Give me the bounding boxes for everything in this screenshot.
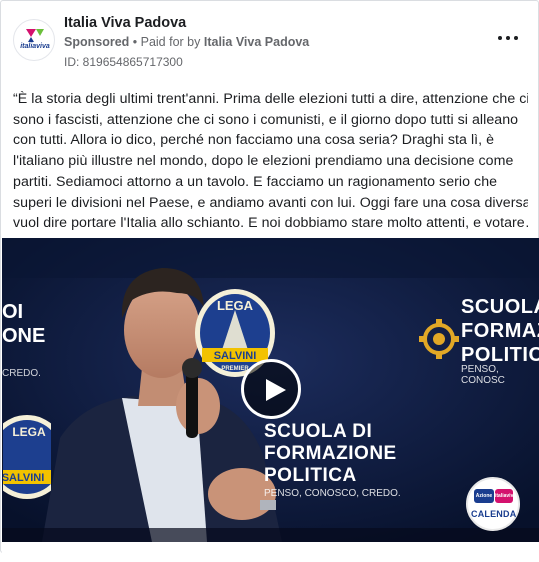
backdrop-left-line-1: OI bbox=[2, 301, 24, 323]
post-body-text: “È la storia degli ultimi trent'anni. Pr… bbox=[13, 89, 528, 234]
backdrop-right-line-4: PENSO, CONOSC bbox=[461, 364, 505, 386]
body-line: sono i fascisti, attenzione che ci sono … bbox=[13, 111, 519, 128]
avatar-logo-text: italiaviva bbox=[20, 43, 50, 50]
video-player[interactable]: LEGA SALVINI PREMIER LEGA SALVINI SCUOLA… bbox=[2, 238, 539, 542]
sponsored-label[interactable]: Sponsored bbox=[64, 35, 129, 49]
backdrop-center-line-2: FORMAZIONE bbox=[264, 443, 397, 464]
backdrop-center-line-3: POLITICA bbox=[264, 465, 357, 486]
more-horizontal-icon bbox=[498, 36, 502, 40]
ad-card: italiaviva Italia Viva Padova Sponsored … bbox=[0, 0, 539, 553]
post-header: italiaviva Italia Viva Padova Sponsored … bbox=[13, 13, 528, 73]
italiaviva-chip: italiaviva bbox=[495, 489, 516, 503]
calenda-badge: Azione italiaviva CALENDA bbox=[466, 477, 520, 531]
calenda-label: CALENDA bbox=[471, 509, 517, 519]
lega-salvini-text: SALVINI bbox=[214, 350, 257, 362]
backdrop-center-line-1: SCUOLA DI bbox=[264, 421, 373, 442]
italia-viva-logo: italiaviva bbox=[20, 29, 50, 50]
backdrop-right-line-2: FORMAZ bbox=[461, 320, 539, 342]
more-options-button[interactable] bbox=[498, 31, 518, 45]
ad-id: ID: 819654865717300 bbox=[64, 55, 183, 69]
backdrop-left-line-3: CREDO. bbox=[2, 368, 41, 379]
body-line: partiti. Sediamoci attorno a un tavolo. … bbox=[13, 173, 498, 190]
body-line: vuol dire portare l'Italia allo schianto… bbox=[13, 215, 528, 232]
lega-logo-text: LEGA bbox=[217, 298, 254, 313]
azione-chip: Azione bbox=[474, 489, 494, 503]
lega-secondary-salvini: SALVINI bbox=[3, 472, 44, 484]
card-footer bbox=[2, 542, 539, 553]
backdrop-right-line-1: SCUOLA bbox=[461, 296, 539, 318]
lega-logo-secondary: LEGA SALVINI bbox=[3, 415, 51, 499]
body-line: superi le divisioni nel Paese, e andiamo… bbox=[13, 194, 528, 211]
page-name-link[interactable]: Italia Viva Padova bbox=[64, 15, 186, 31]
body-line: con tutti. Allora io dico, perché non fa… bbox=[13, 132, 495, 149]
body-line: l'italiano più illustre nel mondo, dopo … bbox=[13, 153, 514, 170]
body-line: “È la storia degli ultimi trent'anni. Pr… bbox=[13, 91, 528, 107]
play-icon bbox=[266, 379, 286, 401]
play-button[interactable] bbox=[241, 359, 301, 419]
lega-secondary-text: LEGA bbox=[12, 425, 46, 439]
backdrop-center-line-4: PENSO, CONOSCO, CREDO. bbox=[264, 488, 401, 499]
lega-premier-text: PREMIER bbox=[221, 366, 249, 372]
backdrop-right-line-3: POLITIC bbox=[461, 344, 539, 366]
page-avatar[interactable]: italiaviva bbox=[13, 19, 55, 61]
backdrop-left-line-2: ONE bbox=[2, 325, 46, 347]
paid-for-prefix: • Paid for by bbox=[129, 35, 204, 49]
sponsored-line: Sponsored • Paid for by Italia Viva Pado… bbox=[64, 35, 309, 49]
payer-name[interactable]: Italia Viva Padova bbox=[204, 35, 309, 49]
